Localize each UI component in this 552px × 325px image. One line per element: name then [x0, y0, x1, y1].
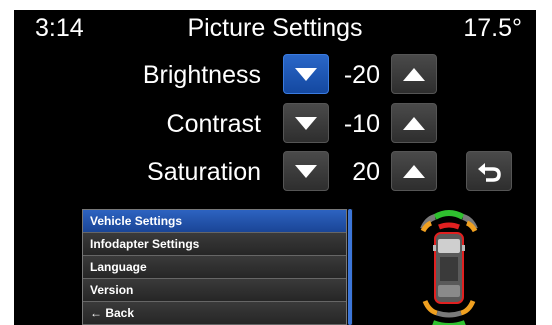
triangle-up-icon	[403, 67, 425, 81]
status-bar: Picture Settings 3:14 17.5°	[14, 10, 536, 46]
scrollbar-thumb[interactable]	[348, 209, 352, 325]
saturation-label: Saturation	[147, 158, 261, 186]
triangle-down-icon	[295, 116, 317, 130]
triangle-down-icon	[295, 164, 317, 178]
menu-scrollbar[interactable]	[347, 209, 353, 325]
brightness-increase-button[interactable]	[391, 54, 437, 94]
brightness-label: Brightness	[142, 61, 261, 89]
saturation-decrease-button[interactable]	[283, 151, 329, 191]
contrast-decrease-button[interactable]	[283, 103, 329, 143]
contrast-label: Contrast	[166, 110, 261, 138]
saturation-value: 20	[352, 158, 380, 186]
menu-item-language[interactable]: Language	[83, 256, 346, 279]
temperature: 17.5°	[463, 14, 522, 42]
contrast-value: -10	[343, 110, 380, 138]
contrast-increase-button[interactable]	[391, 103, 437, 143]
head-unit-screen: Picture Settings 3:14 17.5° Brightness -…	[14, 10, 536, 325]
menu-item-version[interactable]: Version	[83, 279, 346, 302]
settings-menu: Vehicle Settings Infodapter Settings Lan…	[82, 209, 347, 325]
triangle-up-icon	[403, 116, 425, 130]
back-button[interactable]	[466, 151, 512, 191]
saturation-increase-button[interactable]	[391, 151, 437, 191]
triangle-down-icon	[295, 67, 317, 81]
brightness-decrease-button[interactable]	[283, 54, 329, 94]
menu-item-infodapter-settings[interactable]: Infodapter Settings	[83, 233, 346, 256]
parking-sensor-car-icon	[409, 205, 489, 325]
menu-item-back[interactable]: ← Back	[83, 302, 346, 325]
triangle-up-icon	[403, 164, 425, 178]
page-title: Picture Settings	[187, 14, 363, 42]
brightness-value: -20	[343, 61, 380, 89]
menu-item-vehicle-settings[interactable]: Vehicle Settings	[83, 210, 346, 233]
clock: 3:14	[35, 14, 84, 42]
back-arrow-icon	[478, 163, 501, 182]
